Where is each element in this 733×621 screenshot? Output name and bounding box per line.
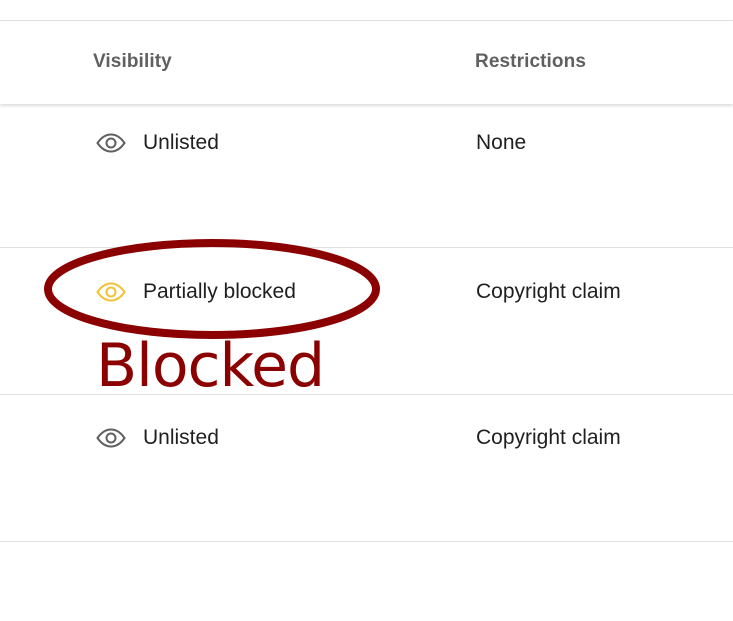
column-header-visibility[interactable]: Visibility <box>93 51 172 73</box>
visibility-cell[interactable]: Unlisted <box>96 423 219 453</box>
restrictions-cell: Copyright claim <box>476 280 621 303</box>
visibility-label: Partially blocked <box>143 280 296 303</box>
visibility-label: Unlisted <box>143 426 219 449</box>
eye-icon <box>96 133 126 153</box>
visibility-cell[interactable]: Partially blocked <box>96 277 296 307</box>
eye-icon <box>96 428 126 448</box>
annotation-label: Blocked <box>96 331 325 401</box>
table-header: Visibility Restrictions <box>0 21 733 104</box>
table-row[interactable]: Unlisted Copyright claim <box>0 395 733 542</box>
visibility-label: Unlisted <box>143 131 219 154</box>
column-header-restrictions[interactable]: Restrictions <box>475 51 586 73</box>
restrictions-cell: None <box>476 131 527 154</box>
visibility-cell[interactable]: Unlisted <box>96 128 219 158</box>
eye-icon <box>96 282 126 302</box>
table-row[interactable]: Unlisted None <box>0 104 733 248</box>
video-content-table: Visibility Restrictions Unlisted None Pa… <box>0 0 733 621</box>
restrictions-cell: Copyright claim <box>476 426 621 449</box>
